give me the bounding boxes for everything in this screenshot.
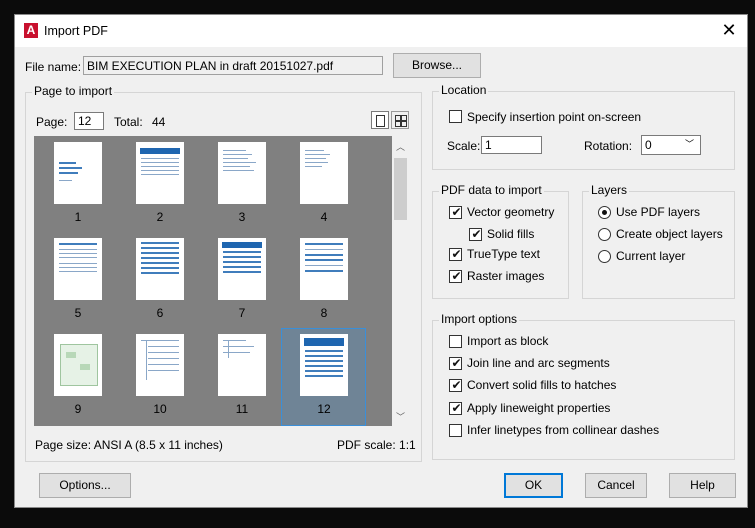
page-number: 7 [238,306,246,320]
create-object-layers-radio[interactable] [598,228,611,241]
raster-images-label[interactable]: Raster images [467,269,544,283]
thumbnails-scrollbar[interactable]: ︿ ﹀ [392,136,409,426]
total-label: Total: [114,115,143,129]
pdf-data-title: PDF data to import [439,183,544,197]
page-number: 5 [74,306,82,320]
page-thumbnail[interactable] [218,142,266,204]
truetype-text-checkbox[interactable]: ✔ [449,247,462,261]
import-as-block-checkbox[interactable] [449,335,462,348]
infer-linetypes-label[interactable]: Infer linetypes from collinear dashes [467,423,659,437]
page-number: 3 [238,210,246,224]
vector-geometry-checkbox[interactable]: ✔ [449,205,462,219]
page-thumbnail[interactable] [54,238,102,300]
import-as-block-label[interactable]: Import as block [467,334,548,348]
page-number: 9 [74,402,82,416]
help-button[interactable]: Help [669,473,736,498]
single-page-view-icon[interactable] [371,111,389,129]
page-number: 6 [156,306,164,320]
page-thumbnail[interactable] [136,238,184,300]
pdf-scale-label: PDF scale: 1:1 [337,438,416,452]
page-number: 10 [153,402,167,416]
specify-insertion-label[interactable]: Specify insertion point on-screen [467,110,641,124]
total-value: 44 [152,115,166,129]
page-thumbnail[interactable] [54,142,102,204]
layers-title: Layers [589,183,630,197]
page-thumbnail[interactable] [54,334,102,396]
scroll-down-icon[interactable]: ﹀ [392,410,409,423]
file-name-label: File name: [25,60,82,74]
page-thumbnails-panel[interactable]: 1 2 3 4 5 6 7 8 9 10 11 12 [34,136,409,426]
location-group: Location [432,83,735,170]
page-to-import-title: Page to import [32,84,115,98]
page-number: 8 [320,306,328,320]
autocad-app-icon: A [24,23,38,38]
page-thumbnail[interactable] [136,334,184,396]
cancel-button[interactable]: Cancel [585,473,647,498]
page-thumbnail[interactable] [136,142,184,204]
close-icon[interactable]: ✕ [719,20,739,40]
page-number: 1 [74,210,82,224]
thumbnail-grid-view-icon[interactable] [391,111,409,129]
vector-geometry-label[interactable]: Vector geometry [467,205,554,219]
solid-fills-label[interactable]: Solid fills [487,227,534,241]
solid-fills-checkbox[interactable]: ✔ [469,227,482,241]
infer-linetypes-checkbox[interactable] [449,424,462,437]
apply-lineweight-label[interactable]: Apply lineweight properties [467,401,610,415]
page-size-label: Page size: ANSI A (8.5 x 11 inches) [35,438,223,452]
use-pdf-layers-label[interactable]: Use PDF layers [616,205,700,219]
convert-fills-label[interactable]: Convert solid fills to hatches [467,378,616,392]
apply-lineweight-checkbox[interactable]: ✔ [449,401,462,415]
page-label: Page: [36,115,68,129]
rotation-select[interactable]: 0 ﹀ [641,135,701,155]
import-options-title: Import options [439,312,520,326]
scale-input[interactable]: 1 [481,136,542,154]
current-layer-label[interactable]: Current layer [616,249,685,263]
scrollbar-thumb[interactable] [394,158,407,220]
page-thumbnail[interactable] [300,142,348,204]
scroll-up-icon[interactable]: ︿ [392,140,409,153]
page-number: 2 [156,210,164,224]
create-object-layers-label[interactable]: Create object layers [616,227,723,241]
join-segments-label[interactable]: Join line and arc segments [467,356,610,370]
scale-label: Scale: [447,139,481,153]
truetype-text-label[interactable]: TrueType text [467,247,540,261]
page-number: 11 [235,402,249,416]
browse-button[interactable]: Browse... [393,53,481,78]
title-bar[interactable]: A Import PDF ✕ [15,15,747,47]
rotation-label: Rotation: [584,139,633,153]
page-thumbnail[interactable] [218,334,266,396]
use-pdf-layers-radio[interactable] [598,206,611,219]
page-number: 12 [317,402,331,416]
page-thumbnail[interactable] [300,238,348,300]
dialog-title: Import PDF [44,24,108,38]
rotation-value: 0 [645,138,652,152]
page-thumbnail[interactable] [300,334,348,396]
join-segments-checkbox[interactable]: ✔ [449,356,462,370]
page-number: 4 [320,210,328,224]
convert-fills-checkbox[interactable]: ✔ [449,378,462,392]
location-title: Location [439,83,489,97]
specify-insertion-checkbox[interactable] [449,110,462,123]
current-layer-radio[interactable] [598,250,611,263]
page-thumbnail[interactable] [218,238,266,300]
chevron-down-icon: ﹀ [684,139,694,149]
options-button[interactable]: Options... [39,473,131,498]
raster-images-checkbox[interactable]: ✔ [449,269,462,283]
page-input[interactable]: 12 [74,112,104,130]
ok-button[interactable]: OK [504,473,563,498]
file-name-field: BIM EXECUTION PLAN in draft 20151027.pdf [83,56,383,75]
